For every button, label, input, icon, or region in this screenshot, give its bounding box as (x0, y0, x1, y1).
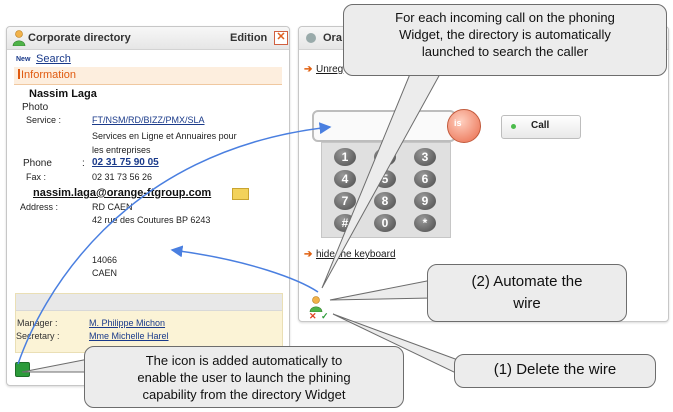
phone-number-link[interactable]: 02 31 75 90 05 (92, 157, 159, 168)
phone-launch-icon[interactable] (15, 362, 30, 377)
keypad-key[interactable]: 9 (414, 192, 436, 210)
callout-line: wire (513, 295, 541, 312)
automate-wire-icon[interactable]: ✓ (321, 311, 329, 322)
service-link[interactable]: FT/NSM/RD/BIZZ/PMX/SLA (92, 115, 205, 125)
callout-line: (1) Delete the wire (493, 361, 617, 378)
hierarchy-section-header (16, 294, 282, 311)
service-label: Service : (26, 115, 62, 125)
phone-label: Phone (23, 158, 52, 169)
keypad-key[interactable]: 8 (374, 192, 396, 210)
directory-widget: Corporate directory Edition ✕ New Search… (6, 26, 290, 386)
directory-title: Corporate directory (28, 32, 131, 44)
arrow-right-icon: ➔ (304, 249, 313, 260)
keypad-key[interactable]: 3 (414, 148, 436, 166)
address-line: 42 rue des Coutures BP 6243 (92, 215, 211, 225)
dial-number-field[interactable] (312, 110, 456, 142)
edition-button[interactable]: Edition (230, 32, 267, 44)
new-badge: New (16, 56, 31, 63)
wire-person-icon[interactable] (309, 296, 323, 312)
hide-keyboard-link[interactable]: hide the keyboard (316, 249, 396, 260)
fax-number: 02 31 73 56 26 (92, 172, 153, 182)
person-icon (12, 30, 26, 46)
search-link[interactable]: Search (36, 53, 71, 65)
keypad-key[interactable]: 0 (374, 214, 396, 232)
information-section-header: Information (14, 67, 282, 85)
callout-line: For each incoming call on the phoning (395, 10, 615, 25)
phone-colon: : (82, 158, 85, 169)
callout-line: capability from the directory Widget (142, 387, 346, 402)
contact-name: Nassim Laga (29, 88, 97, 100)
keypad-key[interactable]: 2 (374, 148, 396, 166)
phone-widget-icon (306, 33, 316, 43)
address-label: Address : (20, 202, 59, 212)
keypad: 1 2 3 4 5 6 7 8 9 # 0 * (321, 142, 451, 238)
mail-icon[interactable] (232, 188, 249, 200)
email-link[interactable]: nassim.laga@orange-ftgroup.com (33, 187, 211, 199)
manager-link[interactable]: M. Philippe Michon (89, 318, 165, 328)
service-description-cont: les entreprises (92, 145, 151, 155)
keypad-key[interactable]: 4 (334, 170, 356, 188)
fax-label: Fax : (26, 172, 47, 182)
callout-line: enable the user to launch the phining (137, 370, 351, 385)
address-city: CAEN (92, 268, 118, 278)
callout-delete-wire: (1) Delete the wire (454, 354, 656, 388)
manager-label: Manager : (17, 318, 58, 328)
call-status-icon (511, 124, 516, 129)
keypad-key[interactable]: * (414, 214, 436, 232)
keypad-key[interactable]: 1 (334, 148, 356, 166)
callout-line: launched to search the caller (421, 44, 589, 59)
keypad-key[interactable]: 6 (414, 170, 436, 188)
call-button-label: Call (531, 120, 550, 131)
delete-wire-icon[interactable]: ✕ (309, 311, 317, 322)
phoning-title: Ora (323, 32, 342, 44)
photo-label: Photo (22, 102, 49, 113)
callout-line: The icon is added automatically to (145, 353, 343, 368)
directory-header: Corporate directory Edition ✕ (7, 27, 289, 50)
secretary-label: Secretary : (16, 331, 60, 341)
service-description: Services en Ligne et Annuaires pour (92, 131, 237, 141)
dial-button[interactable] (447, 109, 481, 143)
callout-line: (2) Automate the (471, 273, 583, 290)
arrow-right-icon: ➔ (304, 64, 313, 75)
keypad-key[interactable]: 7 (334, 192, 356, 210)
callout-automate-wire: (2) Automate the wire (427, 264, 627, 322)
keypad-key[interactable]: # (334, 214, 356, 232)
address-line: RD CAEN (92, 202, 133, 212)
callout-line: Widget, the directory is automatically (399, 27, 611, 42)
callout-incoming-call: For each incoming call on the phoning Wi… (343, 4, 667, 76)
dial-button-label: is (454, 118, 462, 128)
unregister-link[interactable]: Unreg (316, 64, 343, 75)
secretary-link[interactable]: Mme Michelle Harel (89, 331, 169, 341)
address-postcode: 14066 (92, 255, 118, 265)
keypad-key[interactable]: 5 (374, 170, 396, 188)
information-label: Information (18, 69, 76, 81)
callout-icon-added: The icon is added automatically to enabl… (84, 346, 404, 408)
close-icon[interactable]: ✕ (274, 31, 288, 45)
